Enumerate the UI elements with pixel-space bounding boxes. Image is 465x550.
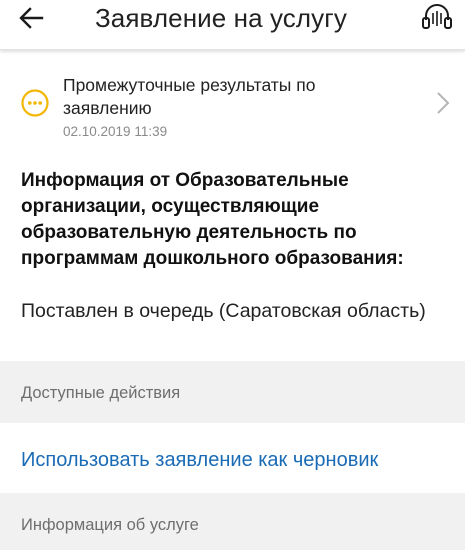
app-bar: Заявление на услугу <box>0 0 465 50</box>
chevron-right-icon <box>437 92 450 114</box>
headset-icon <box>422 4 452 29</box>
status-date: 02.10.2019 11:39 <box>63 124 168 139</box>
arrow-left-icon <box>19 7 44 29</box>
service-info-header-label: Информация об услуге <box>21 516 199 534</box>
ellipsis-circle-icon <box>21 89 49 117</box>
status-card[interactable]: Промежуточные результаты по заявлению 02… <box>0 62 465 146</box>
actions-section-header: Доступные действия <box>0 361 465 423</box>
support-button[interactable] <box>420 0 460 36</box>
status-title: Промежуточные результаты по заявлению <box>63 75 316 118</box>
page-title: Заявление на услугу <box>95 3 347 33</box>
back-button[interactable] <box>18 0 58 36</box>
service-info-section-header: Информация об услуге <box>0 493 465 550</box>
info-heading: Информация от Образовательные организаци… <box>21 170 404 269</box>
action-row: Использовать заявление как черновик <box>0 423 465 493</box>
info-status-value: Поставлен в очередь (Саратовская область… <box>21 300 426 322</box>
use-as-draft-link[interactable]: Использовать заявление как черновик <box>21 448 378 472</box>
actions-header-label: Доступные действия <box>21 384 181 402</box>
